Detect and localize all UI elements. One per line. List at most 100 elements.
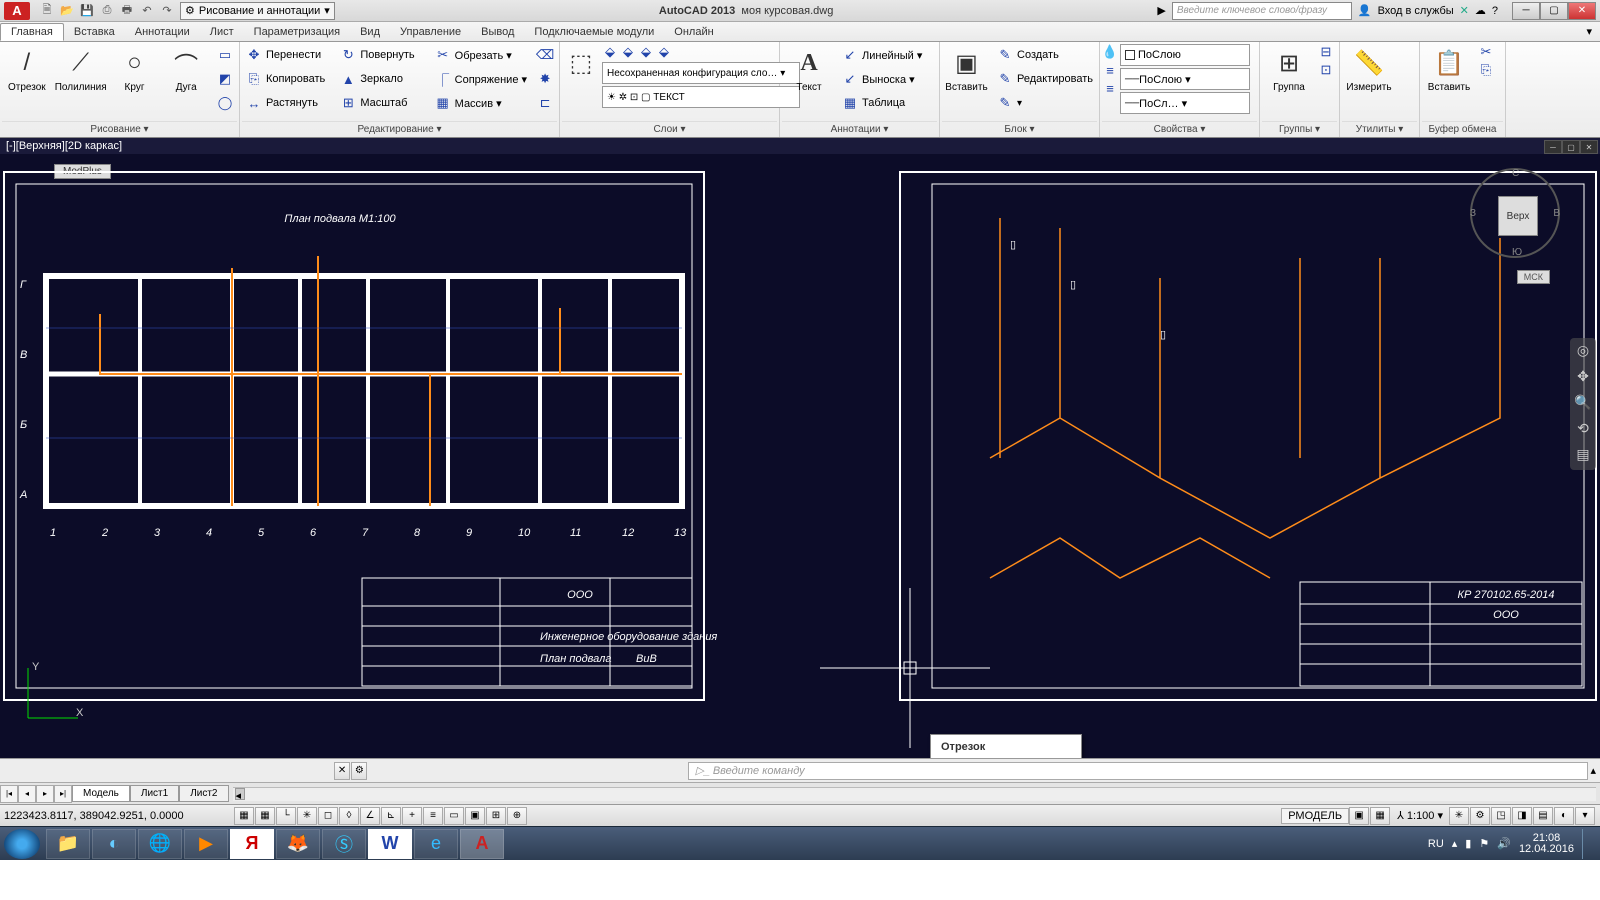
ducs-toggle[interactable]: ⊾ (381, 807, 401, 825)
cloud-icon[interactable]: ☁ (1475, 4, 1486, 17)
tab-layout1[interactable]: Лист1 (130, 785, 179, 802)
tab-model[interactable]: Модель (72, 785, 130, 802)
print-icon[interactable]: 🖶 (118, 2, 136, 20)
tab-parametric[interactable]: Параметризация (244, 24, 350, 40)
group-button[interactable]: ⊞Группа (1262, 44, 1316, 95)
match-prop-icon[interactable]: 💧 (1102, 44, 1118, 60)
doc-max[interactable]: ▢ (1562, 140, 1580, 154)
explode-button[interactable]: ✸ (533, 68, 557, 90)
sc-toggle[interactable]: ⊞ (486, 807, 506, 825)
viewcube-top[interactable]: Верх (1498, 196, 1538, 236)
copy-button[interactable]: ⎘Копировать (242, 68, 334, 90)
snap-toggle[interactable]: ▦ (234, 807, 254, 825)
tab-manage[interactable]: Управление (390, 24, 471, 40)
autocad-task-icon[interactable]: A (460, 829, 504, 859)
tab-plugins[interactable]: Подключаемые модули (524, 24, 664, 40)
showmotion-icon[interactable]: ▤ (1573, 446, 1593, 466)
am-toggle[interactable]: ⊕ (507, 807, 527, 825)
tray-vol-icon[interactable]: 🔊 (1497, 837, 1511, 850)
cut-icon[interactable]: ✂ (1478, 44, 1494, 60)
lwt-toggle[interactable]: ≡ (423, 807, 443, 825)
hatch-button[interactable]: ◩ (213, 68, 237, 90)
sb-icon4[interactable]: ⚙ (1470, 807, 1490, 825)
help-icon[interactable]: ? (1492, 5, 1498, 17)
drawing-area[interactable]: [-][Верхняя][2D каркас] ModPlus План под… (0, 138, 1600, 758)
clock[interactable]: 21:0812.04.2016 (1519, 833, 1574, 855)
mirror-button[interactable]: ▲Зеркало (336, 68, 428, 90)
open-icon[interactable]: 📂 (58, 2, 76, 20)
tab-prev[interactable]: ◂ (18, 785, 36, 803)
ucs-label[interactable]: МСК (1517, 270, 1550, 284)
cmd-close-icon[interactable]: ✕ (334, 762, 350, 780)
word-icon[interactable]: W (368, 829, 412, 859)
lineweight-dropdown[interactable]: ── ПоСлою ▾ (1120, 68, 1250, 90)
trim-button[interactable]: ✂Обрезать ▾ (431, 44, 531, 66)
3dosnap-toggle[interactable]: ◊ (339, 807, 359, 825)
layer-dropdown[interactable]: ☀ ✲ ⊡ ▢ ТЕКСТ (602, 86, 800, 108)
panel-annotation-title[interactable]: Аннотации ▾ (782, 121, 937, 137)
start-button[interactable] (4, 829, 40, 859)
insert-block-button[interactable]: ▣Вставить (942, 44, 991, 95)
block-attr-button[interactable]: ✎▾ (993, 92, 1097, 114)
undo-icon[interactable]: ↶ (138, 2, 156, 20)
panel-block-title[interactable]: Блок ▾ (942, 121, 1097, 137)
table-button[interactable]: ▦Таблица (838, 92, 926, 114)
firefox-icon[interactable]: 🦊 (276, 829, 320, 859)
doc-close[interactable]: ✕ (1580, 140, 1598, 154)
dyn-toggle[interactable]: + (402, 807, 422, 825)
tab-last[interactable]: ▸| (54, 785, 72, 803)
sb-icon2[interactable]: ▦ (1370, 807, 1390, 825)
pan-icon[interactable]: ✥ (1573, 368, 1593, 388)
paste-button[interactable]: 📋Вставить (1422, 44, 1476, 95)
skype-icon[interactable]: Ⓢ (322, 829, 366, 859)
scale-button[interactable]: ⊞Масштаб (336, 92, 428, 114)
maximize-button[interactable]: ▢ (1540, 2, 1568, 20)
play-icon[interactable]: ▶ (1157, 4, 1165, 17)
search-input[interactable]: Введите ключевое слово/фразу (1172, 2, 1352, 20)
leader-button[interactable]: ↙Выноска ▾ (838, 68, 926, 90)
move-button[interactable]: ✥Перенести (242, 44, 334, 66)
tab-annotate[interactable]: Аннотации (125, 24, 200, 40)
tab-online[interactable]: Онлайн (664, 24, 723, 40)
chrome-icon[interactable]: 🌐 (138, 829, 182, 859)
zoom-icon[interactable]: 🔍 (1573, 394, 1593, 414)
tab-next[interactable]: ▸ (36, 785, 54, 803)
create-block-button[interactable]: ✎Создать (993, 44, 1097, 66)
panel-layers-title[interactable]: Слои ▾ (562, 121, 777, 137)
circle-button[interactable]: ○Круг (110, 44, 160, 95)
exchange-icon[interactable]: ✕ (1460, 4, 1469, 17)
ortho-toggle[interactable]: └ (276, 807, 296, 825)
close-button[interactable]: ✕ (1568, 2, 1596, 20)
explorer-icon[interactable]: 📁 (46, 829, 90, 859)
edit-block-button[interactable]: ✎Редактировать (993, 68, 1097, 90)
line-button[interactable]: /Отрезок (2, 44, 52, 95)
tab-layout2[interactable]: Лист2 (179, 785, 228, 802)
text-button[interactable]: AТекст (782, 44, 836, 95)
tray-action-icon[interactable]: ⚑ (1479, 837, 1489, 850)
sb-icon6[interactable]: ◨ (1512, 807, 1532, 825)
arc-button[interactable]: ⌒Дуга (161, 44, 211, 95)
otrack-toggle[interactable]: ∠ (360, 807, 380, 825)
tab-layout[interactable]: Лист (200, 24, 244, 40)
coordinates[interactable]: 1223423.8117, 389042.9251, 0.0000 (4, 810, 234, 822)
tab-output[interactable]: Вывод (471, 24, 524, 40)
layer-prop-button[interactable]: ⬚ (562, 44, 600, 82)
saveas-icon[interactable]: ⎙ (98, 2, 116, 20)
steering-wheel-icon[interactable]: ◎ (1573, 342, 1593, 362)
linetype-dropdown[interactable]: ── ПоСл… ▾ (1120, 92, 1250, 114)
offset-button[interactable]: ⊏ (533, 92, 557, 114)
panel-draw-title[interactable]: Рисование ▾ (2, 121, 237, 137)
tab-first[interactable]: |◂ (0, 785, 18, 803)
fillet-button[interactable]: ⎾Сопряжение ▾ (431, 68, 531, 90)
tab-insert[interactable]: Вставка (64, 24, 125, 40)
panel-utilities-title[interactable]: Утилиты ▾ (1342, 121, 1417, 137)
sb-clean[interactable]: ▾ (1575, 807, 1595, 825)
panel-modify-title[interactable]: Редактирование ▾ (242, 121, 557, 137)
ellipse-button[interactable]: ◯ (213, 92, 237, 114)
layer-state-icon[interactable]: ⬙ (602, 44, 618, 60)
doc-min[interactable]: ─ (1544, 140, 1562, 154)
anno-scale[interactable]: 1:100 (1407, 810, 1435, 822)
panel-groups-title[interactable]: Группы ▾ (1262, 121, 1337, 137)
cmd-opts-icon[interactable]: ⚙ (351, 762, 367, 780)
viewcube[interactable]: Верх С Ю В З (1470, 168, 1560, 258)
